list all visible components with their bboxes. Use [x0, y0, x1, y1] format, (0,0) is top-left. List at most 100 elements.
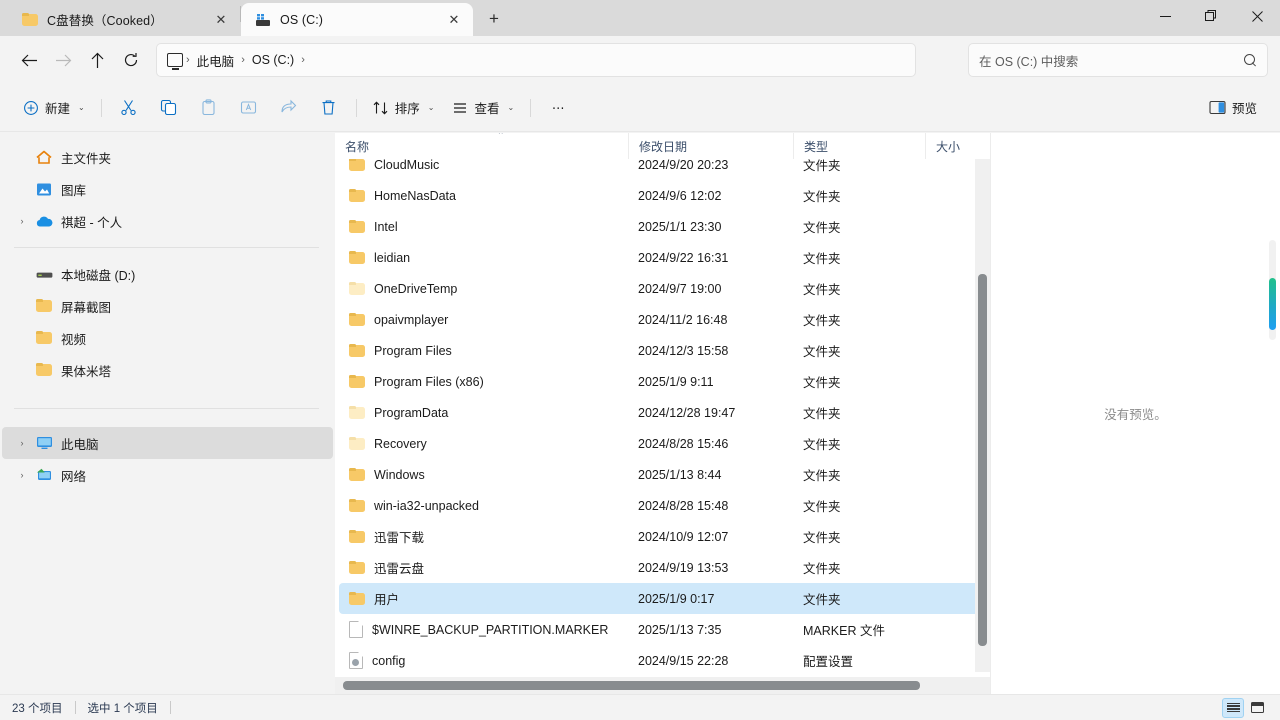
maximize-restore-button[interactable] — [1188, 0, 1234, 32]
table-row[interactable]: Recovery 2024/8/28 15:46 文件夹 — [339, 428, 986, 459]
column-header-date-modified[interactable]: 修改日期 — [628, 133, 793, 159]
cut-button[interactable] — [109, 92, 149, 124]
chevron-right-icon[interactable]: › — [10, 438, 34, 448]
large-icons-view-button[interactable] — [1246, 698, 1268, 718]
file-icon — [349, 621, 363, 638]
sidebar-item-onedrive-personal[interactable]: › 祺超 - 个人 — [2, 205, 333, 237]
file-name-label: opaivmplayer — [374, 312, 449, 327]
close-icon[interactable]: ✕ — [443, 9, 465, 31]
table-row[interactable]: Intel 2025/1/1 23:30 文件夹 — [339, 211, 986, 242]
sidebar-item-screenshots[interactable]: 屏幕截图 — [2, 290, 333, 322]
view-button[interactable]: 查看 ⌄ — [443, 92, 523, 124]
rename-button[interactable] — [229, 92, 269, 124]
sort-button[interactable]: 排序 ⌄ — [364, 92, 444, 124]
folder-icon — [22, 12, 38, 27]
file-rows-viewport: CloudMusic 2024/9/20 20:23 文件夹 HomeNasData 2… — [335, 159, 990, 694]
copy-button[interactable] — [149, 92, 189, 124]
table-row[interactable]: $WINRE_BACKUP_PARTITION.MARKER 2025/1/13 … — [339, 614, 986, 645]
folder-icon — [349, 374, 365, 389]
address-bar[interactable]: › 此电脑 › OS (C:) › — [156, 43, 916, 77]
sidebar-item-label: 图库 — [61, 183, 87, 198]
tab-label: C盘替换（Cooked） — [47, 14, 163, 28]
delete-button[interactable] — [309, 92, 349, 124]
file-list-vertical-scrollbar[interactable] — [975, 159, 990, 672]
table-row[interactable]: HomeNasData 2024/9/6 12:02 文件夹 — [339, 180, 986, 211]
scrollbar-thumb[interactable] — [978, 274, 987, 646]
scrollbar-thumb[interactable] — [343, 681, 920, 690]
breadcrumb-separator: › — [301, 54, 305, 66]
new-button-label: 新建 — [45, 102, 71, 116]
cell-name: 迅雷下载 — [339, 527, 628, 546]
file-list-horizontal-scrollbar[interactable] — [335, 677, 990, 694]
table-row[interactable]: OneDriveTemp 2024/9/7 19:00 文件夹 — [339, 273, 986, 304]
table-row[interactable]: 迅雷云盘 2024/9/19 13:53 文件夹 — [339, 552, 986, 583]
table-row[interactable]: opaivmplayer 2024/11/2 16:48 文件夹 — [339, 304, 986, 335]
folder-icon — [349, 498, 365, 513]
column-header-name[interactable]: 名称 ⌃ — [335, 133, 628, 159]
search-box[interactable]: 在 OS (C:) 中搜索 — [968, 43, 1268, 77]
folder-icon — [349, 405, 365, 420]
cell-date-modified: 2025/1/9 0:17 — [638, 591, 715, 606]
new-button[interactable]: 新建 ⌄ — [14, 92, 94, 124]
window-edge-scrollbar[interactable] — [1266, 240, 1278, 340]
column-header-type[interactable]: 类型 — [793, 133, 925, 159]
preview-pane-button[interactable]: 预览 — [1200, 92, 1266, 124]
cell-date-modified: 2024/9/15 22:28 — [638, 653, 729, 668]
list-lines-icon — [1226, 702, 1240, 713]
cell-type: 文件夹 — [803, 283, 841, 297]
sidebar-item-network[interactable]: › 网络 — [2, 459, 333, 491]
cell-type: 文件夹 — [803, 159, 841, 173]
table-row[interactable]: 迅雷下载 2024/10/9 12:07 文件夹 — [339, 521, 986, 552]
forward-button[interactable] — [46, 43, 80, 77]
sidebar-item-local-disk-d[interactable]: 本地磁盘 (D:) — [2, 258, 333, 290]
breadcrumb-this-pc[interactable]: 此电脑 — [191, 48, 241, 73]
tab-c-pan-replace[interactable]: C盘替换（Cooked） ✕ — [8, 3, 240, 36]
share-button[interactable] — [269, 92, 309, 124]
sidebar-item-gallery[interactable]: 图库 — [2, 173, 333, 205]
table-row[interactable]: leidian 2024/9/22 16:31 文件夹 — [339, 242, 986, 273]
table-row[interactable]: win-ia32-unpacked 2024/8/28 15:48 文件夹 — [339, 490, 986, 521]
close-button[interactable] — [1234, 0, 1280, 32]
tab-os-c[interactable]: OS (C:) ✕ — [241, 3, 473, 36]
sidebar-item-label: 网络 — [61, 469, 87, 484]
column-header-label: 名称 — [345, 139, 370, 154]
cell-date-modified: 2024/9/22 16:31 — [638, 250, 729, 265]
file-rows: CloudMusic 2024/9/20 20:23 文件夹 HomeNasData 2… — [335, 159, 990, 676]
new-tab-button[interactable]: + — [477, 4, 511, 34]
sidebar-item-guoti-mita[interactable]: 果体米塔 — [2, 354, 333, 386]
refresh-button[interactable] — [114, 43, 148, 77]
cell-name: $WINRE_BACKUP_PARTITION.MARKER — [339, 621, 628, 638]
table-row[interactable]: 用户 2025/1/9 0:17 文件夹 — [339, 583, 986, 614]
details-view-button[interactable] — [1222, 697, 1244, 718]
cell-date-modified: 2024/12/3 15:58 — [638, 343, 729, 358]
minimize-button[interactable] — [1142, 0, 1188, 32]
more-options-button[interactable]: ⋯ — [538, 92, 578, 124]
cell-name: leidian — [339, 250, 628, 265]
table-row[interactable]: config 2024/9/15 22:28 配置设置 — [339, 645, 986, 676]
onedrive-icon — [34, 215, 54, 228]
tab-strip: C盘替换（Cooked） ✕ OS (C:) ✕ + — [0, 0, 511, 36]
table-row[interactable]: ProgramData 2024/12/28 19:47 文件夹 — [339, 397, 986, 428]
sidebar-item-this-pc[interactable]: › 此电脑 — [2, 427, 333, 459]
paste-button[interactable] — [189, 92, 229, 124]
table-row[interactable]: CloudMusic 2024/9/20 20:23 文件夹 — [339, 159, 986, 180]
table-row[interactable]: Windows 2025/1/13 8:44 文件夹 — [339, 459, 986, 490]
cell-date-modified: 2024/9/6 12:02 — [638, 188, 722, 203]
drive-icon — [255, 13, 271, 27]
back-button[interactable] — [12, 43, 46, 77]
close-icon[interactable]: ✕ — [210, 9, 232, 31]
sidebar-item-home[interactable]: 主文件夹 — [2, 141, 333, 173]
folder-icon — [349, 159, 365, 172]
sidebar-item-videos[interactable]: 视频 — [2, 322, 333, 354]
column-header-size[interactable]: 大小 — [925, 133, 985, 159]
chevron-right-icon[interactable]: › — [10, 470, 34, 480]
folder-icon — [349, 436, 365, 451]
scrollbar-thumb[interactable] — [1269, 278, 1276, 330]
search-input[interactable]: 在 OS (C:) 中搜索 — [979, 51, 1244, 70]
table-row[interactable]: Program Files (x86) 2025/1/9 9:11 文件夹 — [339, 366, 986, 397]
table-row[interactable]: Program Files 2024/12/3 15:58 文件夹 — [339, 335, 986, 366]
breadcrumb-os-c[interactable]: OS (C:) — [246, 50, 300, 70]
chevron-right-icon[interactable]: › — [10, 216, 34, 226]
status-divider — [74, 701, 76, 714]
up-button[interactable] — [80, 43, 114, 77]
